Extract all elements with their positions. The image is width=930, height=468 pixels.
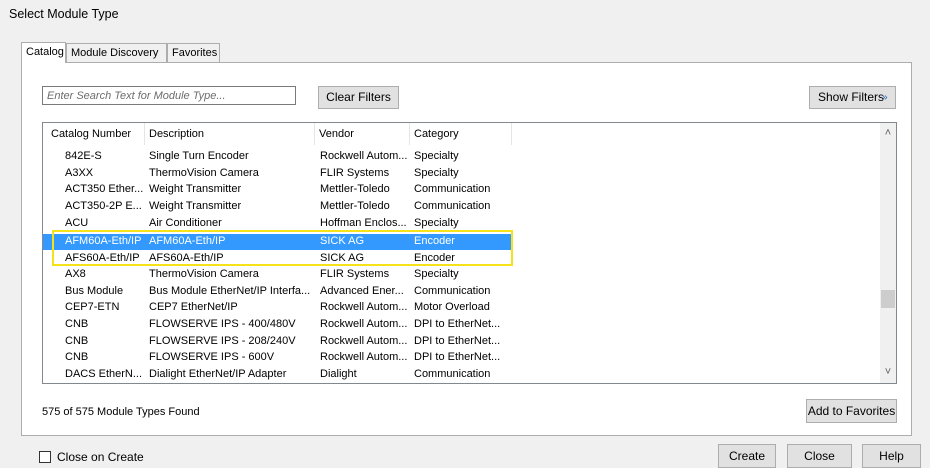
cell-vendor: Rockwell Autom... bbox=[320, 151, 408, 162]
table-row[interactable]: CEP7-ETN CEP7 EtherNet/IP Rockwell Autom… bbox=[43, 302, 513, 313]
cell-vendor: Rockwell Autom... bbox=[320, 352, 408, 363]
tab-module-discovery[interactable]: Module Discovery bbox=[66, 43, 167, 62]
clear-filters-button[interactable]: Clear Filters bbox=[318, 86, 399, 109]
cell-description: Bus Module EtherNet/IP Interfa... bbox=[149, 286, 311, 297]
help-button[interactable]: Help bbox=[862, 444, 921, 468]
results-count: 575 of 575 Module Types Found bbox=[42, 406, 200, 418]
cell-category: Specialty bbox=[414, 269, 459, 280]
cell-vendor: FLIR Systems bbox=[320, 168, 390, 179]
tab-favorites[interactable]: Favorites bbox=[167, 43, 220, 62]
table-row[interactable]: CNB FLOWSERVE IPS - 400/480V Rockwell Au… bbox=[43, 319, 513, 330]
cell-description: Single Turn Encoder bbox=[149, 151, 249, 162]
vertical-scrollbar[interactable]: ˄ ˅ bbox=[880, 123, 896, 383]
cell-description: FLOWSERVE IPS - 208/240V bbox=[149, 336, 296, 347]
table-row[interactable]: DACS EtherN... Dialight EtherNet/IP Adap… bbox=[43, 369, 513, 380]
cell-catalog-number: ACT350 Ether... bbox=[65, 184, 144, 195]
cell-description: Weight Transmitter bbox=[149, 184, 242, 195]
cell-catalog-number: Bus Module bbox=[65, 286, 124, 297]
cell-catalog-number: A3XX bbox=[65, 168, 94, 179]
cell-vendor: Advanced Ener... bbox=[320, 286, 404, 297]
cell-category: DPI to EtherNet... bbox=[414, 336, 501, 347]
window-title: Select Module Type bbox=[9, 7, 119, 21]
cell-category: DPI to EtherNet... bbox=[414, 319, 501, 330]
cell-category: Encoder bbox=[414, 253, 455, 264]
cell-vendor: SICK AG bbox=[320, 236, 365, 247]
table-row[interactable]: ACU Air Conditioner Hoffman Enclos... Sp… bbox=[43, 218, 513, 229]
cell-vendor: SICK AG bbox=[320, 253, 365, 264]
close-on-create-label: Close on Create bbox=[57, 450, 144, 464]
cell-catalog-number: ACT350-2P E... bbox=[65, 201, 142, 212]
cell-catalog-number: CEP7-ETN bbox=[65, 302, 120, 313]
table-row[interactable]: ACT350 Ether... Weight Transmitter Mettl… bbox=[43, 184, 513, 195]
cell-description: ThermoVision Camera bbox=[149, 269, 259, 280]
column-header-vendor[interactable]: Vendor bbox=[315, 123, 410, 145]
create-button[interactable]: Create bbox=[718, 444, 776, 468]
cell-catalog-number: AFM60A-Eth/IP bbox=[65, 236, 142, 247]
cell-vendor: Mettler-Toledo bbox=[320, 184, 390, 195]
cell-catalog-number: ACU bbox=[65, 218, 89, 229]
show-filters-button[interactable]: Show Filters » bbox=[809, 86, 896, 109]
cell-description: FLOWSERVE IPS - 400/480V bbox=[149, 319, 296, 330]
close-button[interactable]: Close bbox=[787, 444, 852, 468]
cell-vendor: Mettler-Toledo bbox=[320, 201, 390, 212]
add-to-favorites-button[interactable]: Add to Favorites bbox=[806, 399, 897, 423]
table-row[interactable]: A3XX ThermoVision Camera FLIR Systems Sp… bbox=[43, 168, 513, 179]
cell-category: DPI to EtherNet... bbox=[414, 352, 501, 363]
cell-category: Specialty bbox=[414, 151, 459, 162]
module-list[interactable]: Catalog Number Description Vendor Catego… bbox=[42, 122, 897, 384]
list-header: Catalog Number Description Vendor Catego… bbox=[43, 123, 880, 145]
cell-category: Communication bbox=[414, 286, 491, 297]
cell-vendor: Rockwell Autom... bbox=[320, 319, 408, 330]
cell-catalog-number: 842E-S bbox=[65, 151, 102, 162]
cell-description: AFS60A-Eth/IP bbox=[149, 253, 224, 264]
cell-vendor: FLIR Systems bbox=[320, 269, 390, 280]
cell-category: Specialty bbox=[414, 218, 459, 229]
cell-description: Dialight EtherNet/IP Adapter bbox=[149, 369, 287, 380]
table-row[interactable]: Bus Module Bus Module EtherNet/IP Interf… bbox=[43, 286, 513, 297]
cell-description: FLOWSERVE IPS - 600V bbox=[149, 352, 275, 363]
search-input[interactable] bbox=[42, 86, 296, 105]
column-header-catalog-number[interactable]: Catalog Number bbox=[43, 123, 145, 145]
table-row[interactable]: AFS60A-Eth/IP AFS60A-Eth/IP SICK AG Enco… bbox=[43, 253, 513, 264]
table-row[interactable]: 842E-S Single Turn Encoder Rockwell Auto… bbox=[43, 151, 513, 162]
cell-category: Communication bbox=[414, 369, 491, 380]
scrollbar-thumb[interactable] bbox=[881, 290, 895, 308]
cell-description: CEP7 EtherNet/IP bbox=[149, 302, 238, 313]
cell-vendor: Dialight bbox=[320, 369, 357, 380]
cell-description: AFM60A-Eth/IP bbox=[149, 236, 226, 247]
table-row[interactable]: CNB FLOWSERVE IPS - 600V Rockwell Autom.… bbox=[43, 352, 513, 363]
table-row-selected[interactable]: AFM60A-Eth/IP AFM60A-Eth/IP SICK AG Enco… bbox=[43, 234, 513, 250]
chevron-up-icon[interactable]: ˄ bbox=[880, 125, 896, 141]
column-header-description[interactable]: Description bbox=[145, 123, 315, 145]
cell-catalog-number: AX8 bbox=[65, 269, 86, 280]
chevron-down-icon[interactable]: ˅ bbox=[880, 364, 896, 380]
cell-description: Air Conditioner bbox=[149, 218, 222, 229]
table-row[interactable]: AX8 ThermoVision Camera FLIR Systems Spe… bbox=[43, 269, 513, 280]
cell-category: Motor Overload bbox=[414, 302, 490, 313]
column-header-category[interactable]: Category bbox=[410, 123, 512, 145]
cell-category: Communication bbox=[414, 201, 491, 212]
double-chevron-down-icon: » bbox=[882, 92, 888, 103]
cell-category: Encoder bbox=[414, 236, 455, 247]
tab-catalog[interactable]: Catalog bbox=[21, 42, 66, 63]
cell-vendor: Hoffman Enclos... bbox=[320, 218, 407, 229]
cell-category: Specialty bbox=[414, 168, 459, 179]
table-row[interactable]: CNB FLOWSERVE IPS - 208/240V Rockwell Au… bbox=[43, 336, 513, 347]
cell-catalog-number: CNB bbox=[65, 336, 89, 347]
cell-catalog-number: CNB bbox=[65, 319, 89, 330]
cell-catalog-number: AFS60A-Eth/IP bbox=[65, 253, 140, 264]
cell-catalog-number: CNB bbox=[65, 352, 89, 363]
cell-description: ThermoVision Camera bbox=[149, 168, 259, 179]
close-on-create-checkbox[interactable] bbox=[39, 451, 51, 463]
cell-vendor: Rockwell Autom... bbox=[320, 336, 408, 347]
cell-vendor: Rockwell Autom... bbox=[320, 302, 408, 313]
cell-catalog-number: DACS EtherN... bbox=[65, 369, 143, 380]
cell-description: Weight Transmitter bbox=[149, 201, 242, 212]
show-filters-label: Show Filters bbox=[818, 90, 885, 104]
cell-category: Communication bbox=[414, 184, 491, 195]
table-row[interactable]: ACT350-2P E... Weight Transmitter Mettle… bbox=[43, 201, 513, 212]
